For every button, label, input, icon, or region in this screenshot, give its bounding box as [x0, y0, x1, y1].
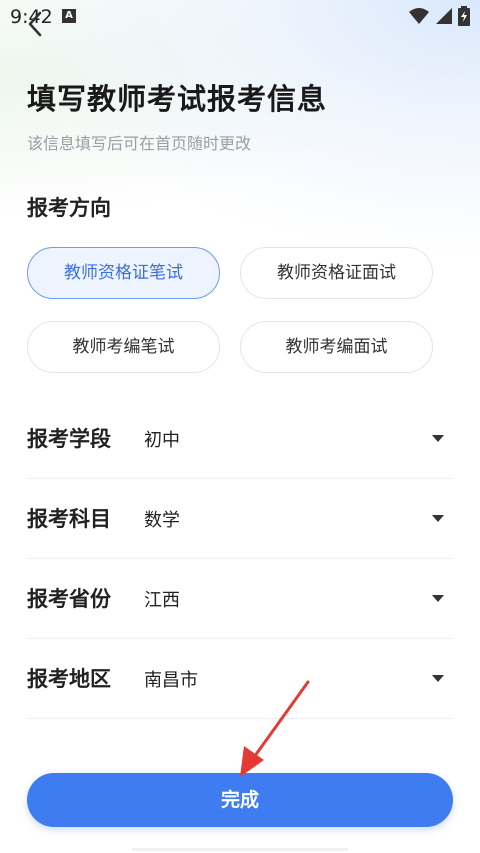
bottom-divider — [132, 848, 348, 851]
submit-button[interactable]: 完成 — [27, 773, 453, 827]
form-label-province: 报考省份 — [27, 587, 111, 611]
page: 9:42 A 填写教师考试报考信息 该信息填写后可在首页随时更改 报考方向 教师… — [0, 0, 480, 853]
form-row-region[interactable]: 报考地区 南昌市 — [27, 639, 453, 719]
direction-section-title: 报考方向 — [27, 196, 111, 220]
form-row-stage[interactable]: 报考学段 初中 — [27, 399, 453, 479]
dropdown-icon[interactable] — [432, 675, 444, 682]
option-qualification-written[interactable]: 教师资格证笔试 — [27, 247, 220, 299]
dropdown-icon[interactable] — [432, 515, 444, 522]
form-row-province[interactable]: 报考省份 江西 — [27, 559, 453, 639]
signal-icon — [436, 8, 452, 24]
form-label-subject: 报考科目 — [27, 507, 111, 531]
option-qualification-interview[interactable]: 教师资格证面试 — [240, 247, 433, 299]
form-row-subject[interactable]: 报考科目 数学 — [27, 479, 453, 559]
battery-icon — [458, 6, 470, 26]
form-value-stage: 初中 — [144, 430, 180, 451]
notification-icon: A — [62, 9, 76, 23]
status-bar: 9:42 A — [0, 0, 480, 34]
form-label-stage: 报考学段 — [27, 427, 111, 451]
dropdown-icon[interactable] — [432, 435, 444, 442]
form-value-region: 南昌市 — [144, 670, 198, 691]
page-title: 填写教师考试报考信息 — [27, 82, 328, 116]
dropdown-icon[interactable] — [432, 595, 444, 602]
form-value-province: 江西 — [144, 590, 180, 611]
option-recruitment-written[interactable]: 教师考编笔试 — [27, 321, 220, 373]
option-recruitment-interview[interactable]: 教师考编面试 — [240, 321, 433, 373]
form-value-subject: 数学 — [144, 510, 180, 531]
back-arrow-icon[interactable] — [24, 10, 46, 38]
page-subtitle: 该信息填写后可在首页随时更改 — [27, 134, 252, 153]
form-label-region: 报考地区 — [27, 667, 111, 691]
wifi-icon — [409, 8, 429, 24]
